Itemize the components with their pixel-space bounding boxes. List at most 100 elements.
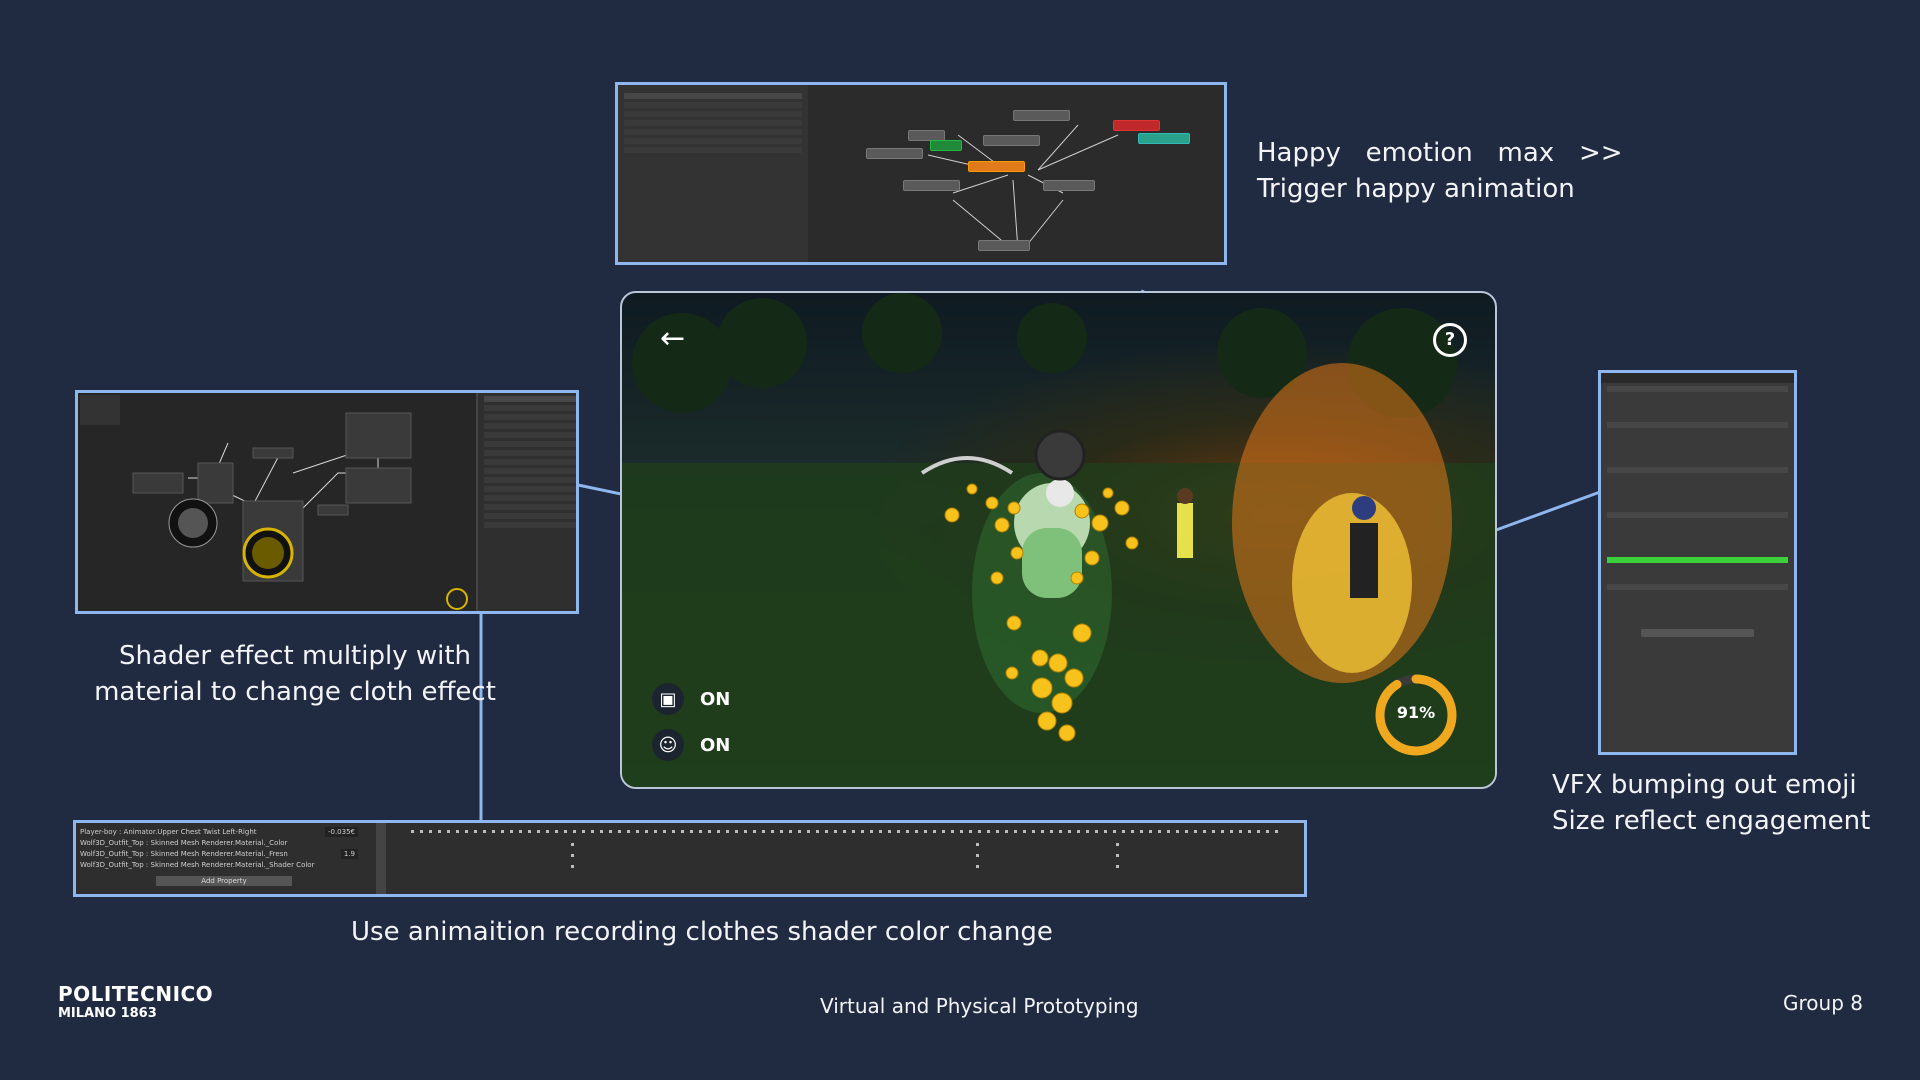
keyframe-marker xyxy=(1158,830,1161,833)
keyframe-marker xyxy=(843,830,846,833)
keyframe-marker xyxy=(1176,830,1179,833)
keyframe-marker xyxy=(1248,830,1251,833)
timeline-row[interactable]: Player-boy : Animator.Upper Chest Twist … xyxy=(80,827,372,837)
keyframe-marker xyxy=(1149,830,1152,833)
keyframe-marker xyxy=(519,830,522,833)
emotion-status: ON xyxy=(700,734,731,756)
timeline-row-label: Player-boy : Animator.Upper Chest Twist … xyxy=(80,828,257,836)
keyframe-marker xyxy=(537,830,540,833)
logo-line2: MILANO 1863 xyxy=(58,1006,157,1021)
question-circle-icon[interactable]: ? xyxy=(1433,323,1467,357)
keyframe-marker xyxy=(807,830,810,833)
keyframe-marker xyxy=(1230,830,1233,833)
camera-toggle[interactable]: ▣ ON xyxy=(652,683,730,715)
shader-graph-screenshot xyxy=(75,390,579,614)
keyframe-marker xyxy=(1239,830,1242,833)
keyframe-marker xyxy=(861,830,864,833)
game-view: ← ? 91% ▣ ON ☺ ON xyxy=(620,291,1497,789)
keyframe-marker xyxy=(798,830,801,833)
keyframe-marker xyxy=(735,830,738,833)
keyframe-marker xyxy=(789,830,792,833)
add-property-button[interactable]: Add Property xyxy=(156,876,292,886)
keyframe-marker xyxy=(510,830,513,833)
keyframe-marker xyxy=(1221,830,1224,833)
keyframe-marker xyxy=(573,830,576,833)
animation-timeline-screenshot: Player-boy : Animator.Upper Chest Twist … xyxy=(73,820,1307,897)
keyframe-marker xyxy=(571,865,574,868)
keyframe-marker xyxy=(915,830,918,833)
keyframe-marker xyxy=(852,830,855,833)
timeline-row-label: Wolf3D_Outfit_Top : Skinned Mesh Rendere… xyxy=(80,839,288,847)
emotion-toggle[interactable]: ☺ ON xyxy=(652,729,730,761)
keyframe-marker xyxy=(1203,830,1206,833)
keyframe-marker xyxy=(1050,830,1053,833)
keyframe-marker xyxy=(1104,830,1107,833)
keyframe-marker xyxy=(627,830,630,833)
animator-screenshot xyxy=(615,82,1227,265)
vfx-caption-line2: Size reflect engagement xyxy=(1552,806,1871,836)
shader-caption-line2: material to change cloth effect xyxy=(94,677,496,707)
keyframe-marker xyxy=(1014,830,1017,833)
keyframe-marker xyxy=(429,830,432,833)
happy-caption-line2: Trigger happy animation xyxy=(1257,174,1575,204)
keyframe-marker xyxy=(879,830,882,833)
keyframe-marker xyxy=(933,830,936,833)
keyframe-marker xyxy=(1266,830,1269,833)
timeline-row-value[interactable]: 1.9 xyxy=(340,849,358,859)
keyframe-marker xyxy=(663,830,666,833)
engagement-progress-label: 91% xyxy=(1396,703,1436,722)
timeline-row-label: Wolf3D_Outfit_Top : Skinned Mesh Rendere… xyxy=(80,861,315,869)
timeline-row[interactable]: Wolf3D_Outfit_Top : Skinned Mesh Rendere… xyxy=(80,849,372,859)
keyframe-marker xyxy=(1095,830,1098,833)
keyframe-marker xyxy=(1275,830,1278,833)
course-title: Virtual and Physical Prototyping xyxy=(820,994,1139,1018)
timeline-row-value[interactable]: -0.035€ xyxy=(324,827,358,837)
timeline-row[interactable]: Wolf3D_Outfit_Top : Skinned Mesh Rendere… xyxy=(80,838,372,848)
keyframe-marker xyxy=(600,830,603,833)
animation-caption: Use animaition recording clothes shader … xyxy=(351,917,1053,947)
keyframe-marker xyxy=(420,830,423,833)
happy-caption: Happy emotion max >> Trigger happy anima… xyxy=(1257,135,1623,207)
keyframe-marker xyxy=(951,830,954,833)
keyframe-marker xyxy=(1005,830,1008,833)
keyframe-marker xyxy=(1257,830,1260,833)
keyframe-marker xyxy=(708,830,711,833)
keyframe-marker xyxy=(942,830,945,833)
keyframe-marker xyxy=(1023,830,1026,833)
keyframe-marker xyxy=(726,830,729,833)
keyframe-marker xyxy=(672,830,675,833)
keyframe-marker xyxy=(1113,830,1116,833)
camera-status: ON xyxy=(700,688,731,710)
keyframe-marker xyxy=(976,865,979,868)
keyframe-marker xyxy=(609,830,612,833)
timeline-row-label: Wolf3D_Outfit_Top : Skinned Mesh Rendere… xyxy=(80,850,288,858)
keyframe-marker xyxy=(645,830,648,833)
keyframe-marker xyxy=(816,830,819,833)
timeline-row[interactable]: Wolf3D_Outfit_Top : Skinned Mesh Rendere… xyxy=(80,860,372,870)
keyframe-marker xyxy=(987,830,990,833)
keyframe-marker xyxy=(474,830,477,833)
keyframe-marker xyxy=(1032,830,1035,833)
keyframe-marker xyxy=(571,854,574,857)
keyframe-marker xyxy=(636,830,639,833)
keyframe-marker xyxy=(528,830,531,833)
arrow-left-icon[interactable]: ← xyxy=(660,321,685,356)
keyframe-marker xyxy=(1059,830,1062,833)
keyframe-marker xyxy=(744,830,747,833)
group-label: Group 8 xyxy=(1783,991,1863,1015)
keyframe-marker xyxy=(1116,865,1119,868)
keyframe-marker xyxy=(969,830,972,833)
keyframe-marker xyxy=(762,830,765,833)
keyframe-marker xyxy=(681,830,684,833)
keyframe-marker xyxy=(1116,843,1119,846)
keyframe-marker xyxy=(1131,830,1134,833)
keyframe-marker xyxy=(465,830,468,833)
logo-line1: POLITECNICO xyxy=(58,982,214,1006)
keyframe-marker xyxy=(1212,830,1215,833)
keyframe-marker xyxy=(976,854,979,857)
keyframe-marker xyxy=(825,830,828,833)
keyframe-marker xyxy=(555,830,558,833)
keyframe-marker xyxy=(780,830,783,833)
vfx-inspector-screenshot xyxy=(1598,370,1797,755)
keyframe-marker xyxy=(501,830,504,833)
